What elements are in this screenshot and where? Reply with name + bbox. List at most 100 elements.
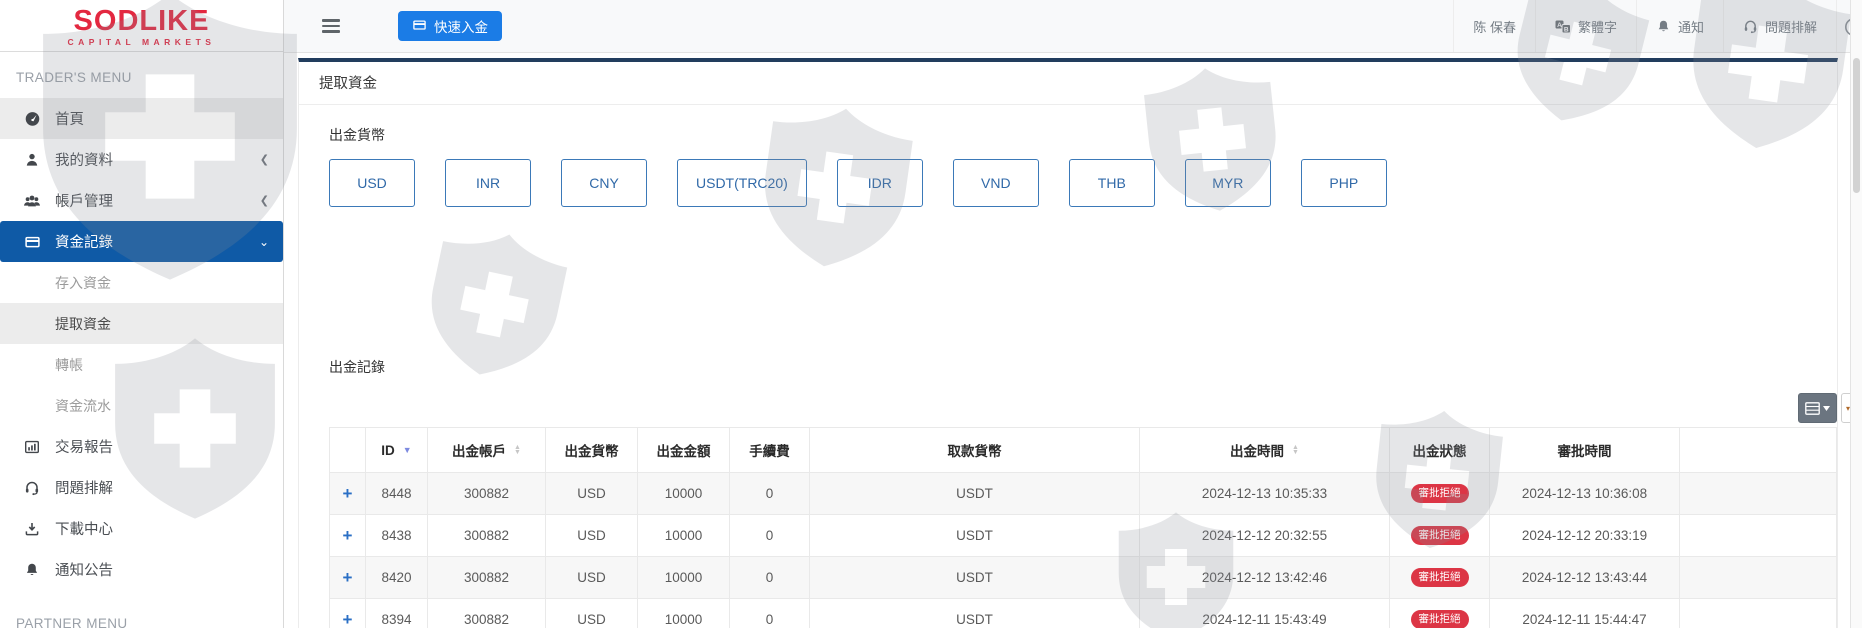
sidebar-subitem-label: 轉帳 <box>55 355 83 375</box>
sidebar-subitem-label: 存入資金 <box>55 273 111 293</box>
sidebar-subitem-fund-flow[interactable]: 資金流水 <box>0 385 283 426</box>
currency-button-cny[interactable]: CNY <box>561 159 647 207</box>
bar-chart-icon <box>22 439 42 455</box>
vertical-scrollbar[interactable] <box>1850 0 1862 628</box>
sidebar-item-home[interactable]: 首頁 <box>0 98 283 139</box>
cell-fee: 0 <box>730 515 810 557</box>
cell-id: 8448 <box>366 473 428 515</box>
header-time[interactable]: 出金時間▲▼ <box>1140 428 1390 473</box>
cell-filler <box>1680 599 1837 628</box>
sidebar-item-fund-records[interactable]: 資金記錄 ⌄ <box>0 221 283 262</box>
cell-payout-currency: USDT <box>810 599 1140 628</box>
table-row: + 8420 300882 USD 10000 0 USDT 2024-12-1… <box>330 557 1837 599</box>
bell-icon <box>1656 19 1671 34</box>
sidebar-item-label: 帳戶管理 <box>55 190 113 211</box>
cell-amount: 10000 <box>638 473 730 515</box>
header-status: 出金狀態 <box>1390 428 1490 473</box>
brand-logo: SODLIKE CAPITAL MARKETS <box>0 0 283 52</box>
download-icon <box>22 521 42 537</box>
caret-down-icon <box>1823 406 1830 411</box>
status-badge: 審批拒絕 <box>1411 526 1469 545</box>
currency-button-usdt[interactable]: USDT(TRC20) <box>677 159 807 207</box>
sidebar-item-trade-report[interactable]: 交易報告 <box>0 426 283 467</box>
cell-payout-currency: USDT <box>810 515 1140 557</box>
sidebar-subitem-withdraw[interactable]: 提取資金 <box>0 303 283 344</box>
currency-button-thb[interactable]: THB <box>1069 159 1155 207</box>
currency-button-php[interactable]: PHP <box>1301 159 1387 207</box>
expand-row-icon[interactable]: + <box>343 611 353 628</box>
sidebar-item-label: 資金記錄 <box>55 231 113 252</box>
sidebar-subitem-deposit[interactable]: 存入資金 <box>0 262 283 303</box>
language-switcher[interactable]: AB 繁體字 <box>1535 0 1636 52</box>
headset-icon <box>22 480 42 496</box>
currency-button-inr[interactable]: INR <box>445 159 531 207</box>
cell-time: 2024-12-12 20:32:55 <box>1140 515 1390 557</box>
headset-icon <box>1743 19 1758 34</box>
cell-account: 300882 <box>428 515 546 557</box>
table-row: + 8438 300882 USD 10000 0 USDT 2024-12-1… <box>330 515 1837 557</box>
expand-row-icon[interactable]: + <box>343 569 353 586</box>
records-section-label: 出金記錄 <box>329 357 1837 377</box>
scrollbar-thumb[interactable] <box>1853 58 1860 193</box>
currency-button-myr[interactable]: MYR <box>1185 159 1271 207</box>
cell-expand: + <box>330 599 366 628</box>
cell-status: 審批拒絕 <box>1390 557 1490 599</box>
header-payout-currency: 取款貨幣 <box>810 428 1140 473</box>
cell-account: 300882 <box>428 599 546 628</box>
currency-button-idr[interactable]: IDR <box>837 159 923 207</box>
credit-card-icon <box>22 234 42 250</box>
sidebar-section-label: TRADER'S MENU <box>0 52 283 98</box>
sidebar-item-download-center[interactable]: 下載中心 <box>0 508 283 549</box>
speedometer-icon <box>22 110 42 127</box>
sidebar: SODLIKE CAPITAL MARKETS TRADER'S MENU 首頁… <box>0 0 284 628</box>
records-section: 出金記錄 ▾ <box>329 357 1837 628</box>
cell-filler <box>1680 557 1837 599</box>
status-badge: 審批拒絕 <box>1411 568 1469 587</box>
chevron-down-icon: ⌄ <box>259 235 269 249</box>
table-icon <box>1805 402 1820 415</box>
brand-name: SODLIKE <box>0 6 283 36</box>
sidebar-item-troubleshoot[interactable]: 問題排解 <box>0 467 283 508</box>
cell-fee: 0 <box>730 557 810 599</box>
table-header-row: ID▼ 出金帳戶▲▼ 出金貨幣 出金金額 手續費 取款貨幣 出金時間▲▼ 出金狀… <box>330 428 1837 473</box>
quick-deposit-button[interactable]: 快速入金 <box>398 11 502 41</box>
sidebar-nav: 首頁 我的資料 ❮ 帳戶管理 ❮ 資金記錄 <box>0 98 283 590</box>
sidebar-item-label: 下載中心 <box>55 518 113 539</box>
credit-card-icon <box>412 18 427 35</box>
table-row: + 8448 300882 USD 10000 0 USDT 2024-12-1… <box>330 473 1837 515</box>
cell-filler <box>1680 473 1837 515</box>
sidebar-item-accounts[interactable]: 帳戶管理 ❮ <box>0 180 283 221</box>
withdraw-records-table: ID▼ 出金帳戶▲▼ 出金貨幣 出金金額 手續費 取款貨幣 出金時間▲▼ 出金狀… <box>329 427 1837 628</box>
currency-button-usd[interactable]: USD <box>329 159 415 207</box>
cell-status: 審批拒絕 <box>1390 515 1490 557</box>
header-account[interactable]: 出金帳戶▲▼ <box>428 428 546 473</box>
expand-row-icon[interactable]: + <box>343 527 353 544</box>
hamburger-menu-icon[interactable] <box>318 15 344 36</box>
expand-row-icon[interactable]: + <box>343 485 353 502</box>
currency-button-vnd[interactable]: VND <box>953 159 1039 207</box>
sidebar-item-notices[interactable]: 通知公告 <box>0 549 283 590</box>
bell-icon <box>22 562 42 578</box>
status-badge: 審批拒絕 <box>1411 484 1469 503</box>
table-view-dropdown-button[interactable] <box>1798 393 1837 423</box>
notifications-menu[interactable]: 通知 <box>1636 0 1723 52</box>
sidebar-item-label: 通知公告 <box>55 559 113 580</box>
cell-expand: + <box>330 515 366 557</box>
sidebar-subitem-transfer[interactable]: 轉帳 <box>0 344 283 385</box>
header-expand <box>330 428 366 473</box>
notifications-label: 通知 <box>1678 17 1704 36</box>
cell-amount: 10000 <box>638 599 730 628</box>
header-id[interactable]: ID▼ <box>366 428 428 473</box>
sort-desc-icon: ▼ <box>403 445 412 455</box>
cell-approved-time: 2024-12-12 20:33:19 <box>1490 515 1680 557</box>
support-menu[interactable]: 問題排解 <box>1723 0 1836 52</box>
cell-approved-time: 2024-12-12 13:43:44 <box>1490 557 1680 599</box>
cell-currency: USD <box>546 515 638 557</box>
topbar-right: 陈 保春 AB 繁體字 通知 問題排解 <box>1453 0 1862 52</box>
sidebar-item-profile[interactable]: 我的資料 ❮ <box>0 139 283 180</box>
sidebar-subitem-label: 資金流水 <box>55 396 111 416</box>
user-menu[interactable]: 陈 保春 <box>1453 0 1535 52</box>
sort-both-icon: ▲▼ <box>514 445 521 456</box>
sidebar-item-label: 問題排解 <box>55 477 113 498</box>
chevron-left-icon: ❮ <box>260 153 269 166</box>
